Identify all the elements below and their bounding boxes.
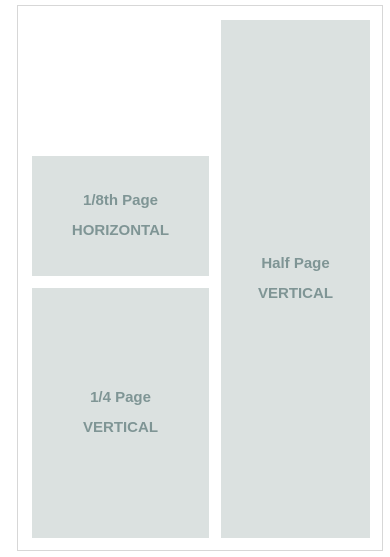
ad-size-label: Half Page xyxy=(261,255,330,272)
ad-block-eighth-page-horizontal: 1/8th Page HORIZONTAL xyxy=(32,156,209,276)
ad-orientation-label: HORIZONTAL xyxy=(71,222,170,239)
ad-orientation-label: VERTICAL xyxy=(83,419,158,436)
ad-label-half: Half Page VERTICAL xyxy=(258,249,333,309)
ad-block-quarter-page-vertical: 1/4 Page VERTICAL xyxy=(32,288,209,538)
ad-label-eighth: 1/8th Page HORIZONTAL xyxy=(72,186,169,246)
ad-block-half-page-vertical: Half Page VERTICAL xyxy=(221,20,370,538)
ad-label-quarter: 1/4 Page VERTICAL xyxy=(83,383,158,443)
ad-size-label: 1/8th Page xyxy=(82,192,159,209)
ad-size-label: 1/4 Page xyxy=(90,389,151,406)
ad-orientation-label: VERTICAL xyxy=(258,285,333,302)
